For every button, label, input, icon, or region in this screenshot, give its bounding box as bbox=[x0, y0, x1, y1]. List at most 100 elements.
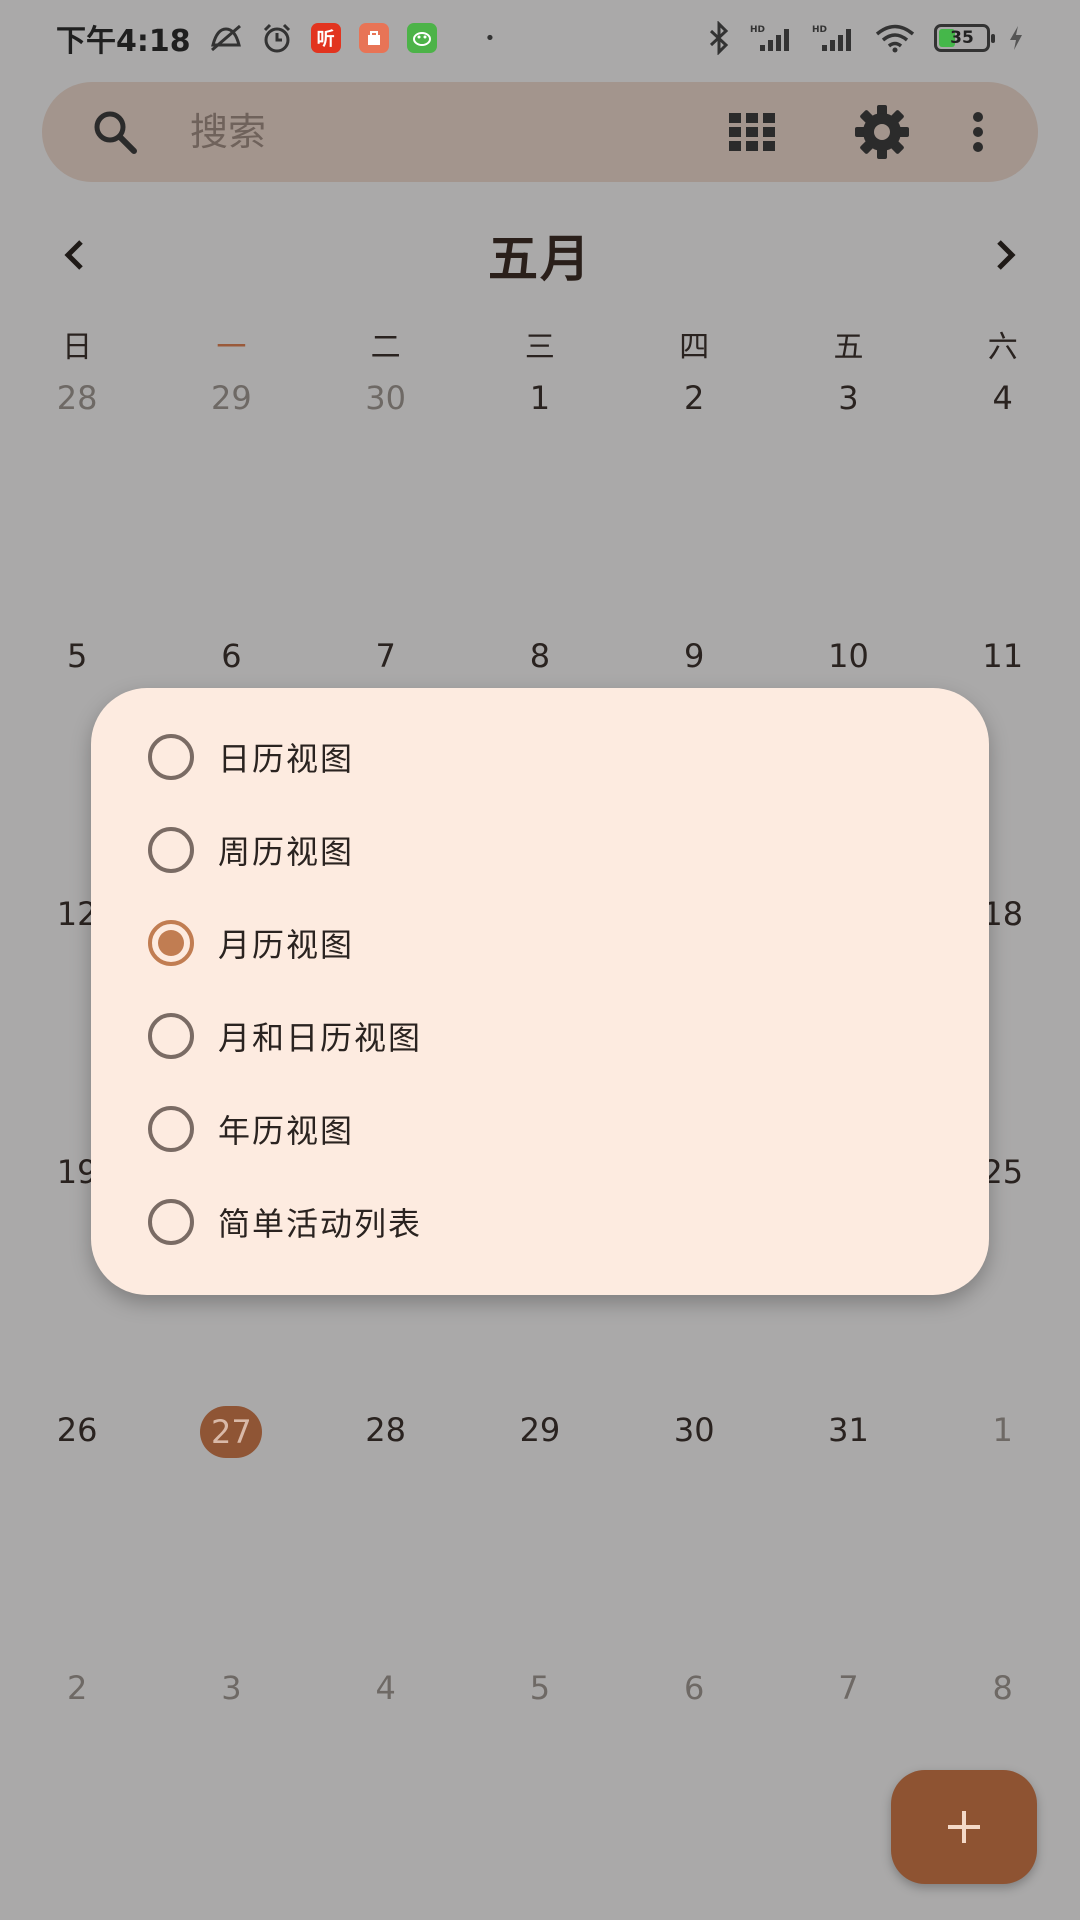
settings-button[interactable] bbox=[846, 96, 918, 168]
view-option-label: 月历视图 bbox=[218, 925, 355, 964]
radio-checked-icon[interactable] bbox=[148, 919, 194, 966]
mute-icon bbox=[209, 23, 243, 53]
day-number: 4 bbox=[375, 1669, 396, 1707]
day-number: 4 bbox=[992, 379, 1013, 417]
day-number: 26 bbox=[56, 1411, 98, 1449]
weekday-label: 三 bbox=[524, 330, 555, 365]
view-option[interactable]: 月历视图 bbox=[91, 896, 989, 989]
day-number: 7 bbox=[838, 1669, 859, 1707]
day-cell[interactable]: 10 bbox=[771, 632, 925, 680]
day-cell[interactable]: 8 bbox=[926, 1664, 1080, 1712]
day-cell[interactable]: 28 bbox=[0, 374, 154, 422]
weekday-label: 一 bbox=[216, 330, 247, 365]
day-number: 29 bbox=[211, 379, 252, 417]
day-cell[interactable]: 29 bbox=[463, 1406, 617, 1454]
day-number: 3 bbox=[838, 379, 859, 417]
day-number: 2 bbox=[684, 379, 705, 417]
frog-app-icon bbox=[406, 23, 437, 53]
day-number: 8 bbox=[992, 1669, 1013, 1707]
day-number: 28 bbox=[365, 1411, 407, 1449]
weekday-header-row: 日一二三四五六 bbox=[0, 322, 1080, 366]
search-bar bbox=[42, 82, 1038, 182]
day-cell[interactable]: 4 bbox=[309, 1664, 463, 1712]
status-bar: 下午4:18 听 • HD HD 35 bbox=[0, 0, 1080, 76]
day-number: 8 bbox=[529, 637, 551, 675]
day-cell[interactable]: 6 bbox=[154, 632, 308, 680]
week-row: 28 29 30 1 2 3 4 bbox=[0, 374, 1080, 422]
shop-app-icon bbox=[358, 23, 389, 53]
weekday-label: 五 bbox=[833, 330, 864, 365]
day-cell[interactable]: 2 bbox=[0, 1664, 154, 1712]
prev-month-button[interactable] bbox=[50, 231, 98, 279]
day-number: 5 bbox=[66, 637, 88, 675]
charging-icon bbox=[1008, 25, 1024, 51]
day-cell[interactable]: 3 bbox=[771, 374, 925, 422]
day-cell[interactable]: 1 bbox=[463, 374, 617, 422]
day-number: 6 bbox=[221, 637, 242, 675]
battery-indicator: 35 bbox=[934, 24, 995, 52]
day-number: 30 bbox=[365, 379, 407, 417]
day-cell[interactable]: 4 bbox=[926, 374, 1080, 422]
radio-unchecked-icon[interactable] bbox=[148, 1198, 194, 1245]
week-row: 5 6 7 8 9 10 11 bbox=[0, 632, 1080, 680]
day-number: 3 bbox=[221, 1669, 242, 1707]
grid-icon bbox=[729, 113, 775, 151]
weekday-label: 四 bbox=[679, 330, 710, 365]
view-option[interactable]: 简单活动列表 bbox=[91, 1175, 989, 1268]
day-cell[interactable]: 29 bbox=[154, 374, 308, 422]
radio-unchecked-icon[interactable] bbox=[148, 733, 194, 780]
day-cell[interactable]: 26 bbox=[0, 1406, 154, 1454]
battery-level: 35 bbox=[950, 28, 974, 48]
day-cell[interactable]: 2 bbox=[617, 374, 771, 422]
day-cell[interactable]: 7 bbox=[309, 632, 463, 680]
day-cell-today[interactable]: 27 bbox=[154, 1406, 308, 1458]
notification-dot: • bbox=[484, 27, 496, 49]
day-cell[interactable]: 9 bbox=[617, 632, 771, 680]
more-options-button[interactable] bbox=[958, 96, 998, 168]
day-cell[interactable]: 3 bbox=[154, 1664, 308, 1712]
day-cell[interactable]: 5 bbox=[463, 1664, 617, 1712]
day-number: 5 bbox=[529, 1669, 551, 1707]
day-cell[interactable]: 30 bbox=[617, 1406, 771, 1454]
view-option-label: 简单活动列表 bbox=[218, 1204, 423, 1243]
day-cell[interactable]: 11 bbox=[926, 632, 1080, 680]
ting-app-icon: 听 bbox=[310, 23, 341, 53]
day-number: 30 bbox=[673, 1411, 715, 1449]
day-cell[interactable]: 5 bbox=[0, 632, 154, 680]
apps-grid-button[interactable] bbox=[716, 96, 788, 168]
day-cell[interactable]: 28 bbox=[309, 1406, 463, 1454]
svg-text:HD: HD bbox=[750, 25, 765, 35]
wifi-icon bbox=[874, 23, 916, 53]
add-event-button[interactable] bbox=[891, 1770, 1037, 1884]
status-time: 下午4:18 bbox=[56, 24, 191, 59]
day-cell[interactable]: 8 bbox=[463, 632, 617, 680]
day-cell[interactable]: 7 bbox=[771, 1664, 925, 1712]
radio-unchecked-icon[interactable] bbox=[148, 1012, 194, 1059]
month-title: 五月 bbox=[488, 230, 592, 288]
day-number: 31 bbox=[828, 1411, 869, 1449]
day-cell[interactable]: 6 bbox=[617, 1664, 771, 1712]
weekday-label: 日 bbox=[62, 330, 93, 365]
search-input[interactable] bbox=[188, 101, 666, 163]
weekday-label: 六 bbox=[987, 330, 1018, 365]
day-number: 9 bbox=[684, 637, 705, 675]
day-number: 10 bbox=[828, 637, 869, 675]
day-cell[interactable]: 30 bbox=[309, 374, 463, 422]
next-month-button[interactable] bbox=[982, 231, 1030, 279]
day-cell[interactable]: 1 bbox=[926, 1406, 1080, 1454]
day-cell[interactable]: 31 bbox=[771, 1406, 925, 1454]
radio-unchecked-icon[interactable] bbox=[148, 826, 194, 873]
search-icon[interactable] bbox=[90, 107, 140, 157]
view-option-label: 日历视图 bbox=[218, 739, 355, 778]
plus-icon bbox=[948, 1811, 980, 1843]
svg-text:HD: HD bbox=[812, 25, 827, 35]
view-option[interactable]: 月和日历视图 bbox=[91, 989, 989, 1082]
view-option[interactable]: 日历视图 bbox=[91, 710, 989, 803]
view-option-label: 月和日历视图 bbox=[218, 1018, 423, 1057]
more-vert-icon bbox=[973, 112, 983, 152]
view-option[interactable]: 周历视图 bbox=[91, 803, 989, 896]
day-number: 2 bbox=[66, 1669, 88, 1707]
view-option[interactable]: 年历视图 bbox=[91, 1082, 989, 1175]
view-selection-dialog: 日历视图周历视图月历视图月和日历视图年历视图简单活动列表 bbox=[91, 688, 989, 1295]
radio-unchecked-icon[interactable] bbox=[148, 1105, 194, 1152]
